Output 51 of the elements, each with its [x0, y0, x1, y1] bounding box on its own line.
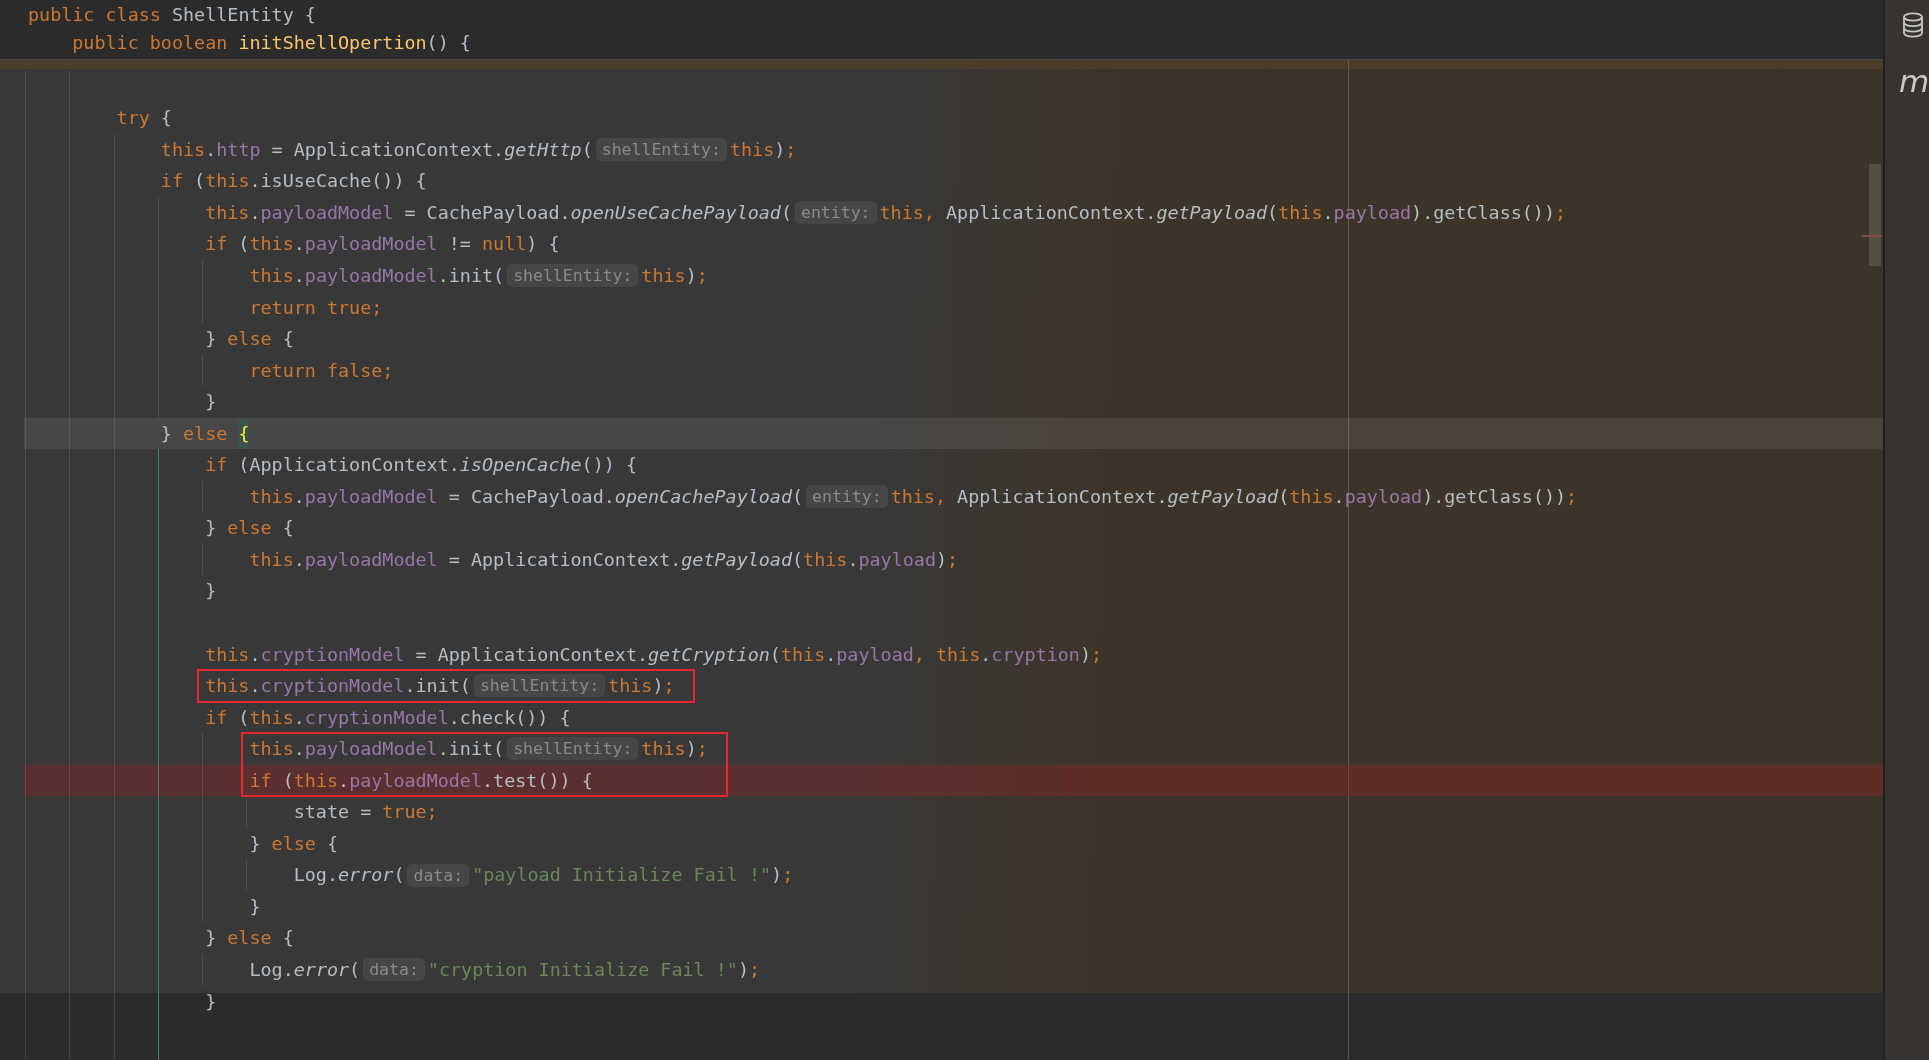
- error-stripe-mark: [1862, 235, 1882, 237]
- inlay-hint: entity:: [806, 485, 888, 509]
- code-text: }: [249, 894, 261, 919]
- inlay-hint: entity:: [795, 201, 877, 225]
- code-text: if (this.payloadModel.test()) {: [249, 768, 593, 793]
- code-text: } else {: [205, 327, 294, 352]
- code-text: this.payloadModel.init(: [249, 737, 505, 762]
- code-text: this);: [729, 137, 797, 162]
- scrollbar-thumb[interactable]: [1869, 164, 1881, 266]
- inlay-hint: shellEntity:: [507, 264, 639, 288]
- code-text: this, ApplicationContext.getPayload(this.payload).getClass());: [879, 200, 1567, 225]
- code-text: this.cryptionModel = ApplicationContext.getCryption(this.payload, this.cryption);: [205, 642, 1103, 667]
- tool-window-button[interactable]: m: [1899, 64, 1929, 98]
- inlay-hint: shellEntity:: [507, 737, 639, 761]
- code-text: this.cryptionModel.init(: [205, 674, 471, 699]
- code-text: this.payloadModel = ApplicationContext.getPayload(this.payload);: [249, 547, 959, 572]
- inlay-hint: shellEntity:: [473, 674, 606, 698]
- code-text: public class ShellEntity {: [28, 3, 316, 27]
- code-text: }: [205, 390, 217, 415]
- inlay-hint: data:: [363, 958, 425, 982]
- code-text: } else: [160, 421, 229, 446]
- code-text: "cryption Initialize Fail !");: [427, 958, 761, 982]
- code-text: this);: [608, 674, 675, 699]
- code-text: this, ApplicationContext.getPayload(this.payload).getClass());: [890, 484, 1578, 509]
- code-text: this.http = ApplicationContext.getHttp(: [160, 137, 593, 162]
- code-text: this.payloadModel = CachePayload.openCachePayload(: [249, 484, 804, 509]
- code-text: state = true;: [293, 800, 438, 825]
- code-text: Log.error(: [293, 863, 405, 888]
- code-text: } else {: [249, 831, 339, 856]
- code-text: if (this.cryptionModel.check()) {: [205, 705, 571, 730]
- code-text: this.payloadModel.init(: [249, 263, 505, 288]
- code-text: if (ApplicationContext.isOpenCache()) {: [205, 453, 637, 478]
- code-text: "payload Initialize Fail !");: [472, 863, 794, 888]
- code-text: this.payloadModel = CachePayload.openUseCachePayload(: [205, 200, 792, 225]
- matched-brace: {: [238, 417, 250, 450]
- code-text: } else {: [205, 926, 294, 951]
- inlay-hint: data:: [407, 863, 470, 887]
- code-text: this);: [641, 737, 708, 762]
- inlay-hint: shellEntity:: [595, 138, 727, 162]
- code-text: if (this.payloadModel != null) {: [205, 232, 560, 257]
- database-icon[interactable]: [1902, 12, 1924, 38]
- code-text: return true;: [249, 295, 383, 320]
- code-text: this);: [641, 263, 708, 288]
- code-text: public boolean initShellOpertion() {: [72, 31, 471, 55]
- code-text: Log.error(: [249, 958, 361, 982]
- code-text: return false;: [249, 358, 394, 383]
- code-text: try {: [116, 106, 172, 131]
- code-text: if (this.isUseCache()) {: [160, 169, 427, 194]
- code-text: } else {: [205, 516, 294, 541]
- code-text: }: [205, 579, 217, 604]
- code-text: }: [205, 989, 217, 1014]
